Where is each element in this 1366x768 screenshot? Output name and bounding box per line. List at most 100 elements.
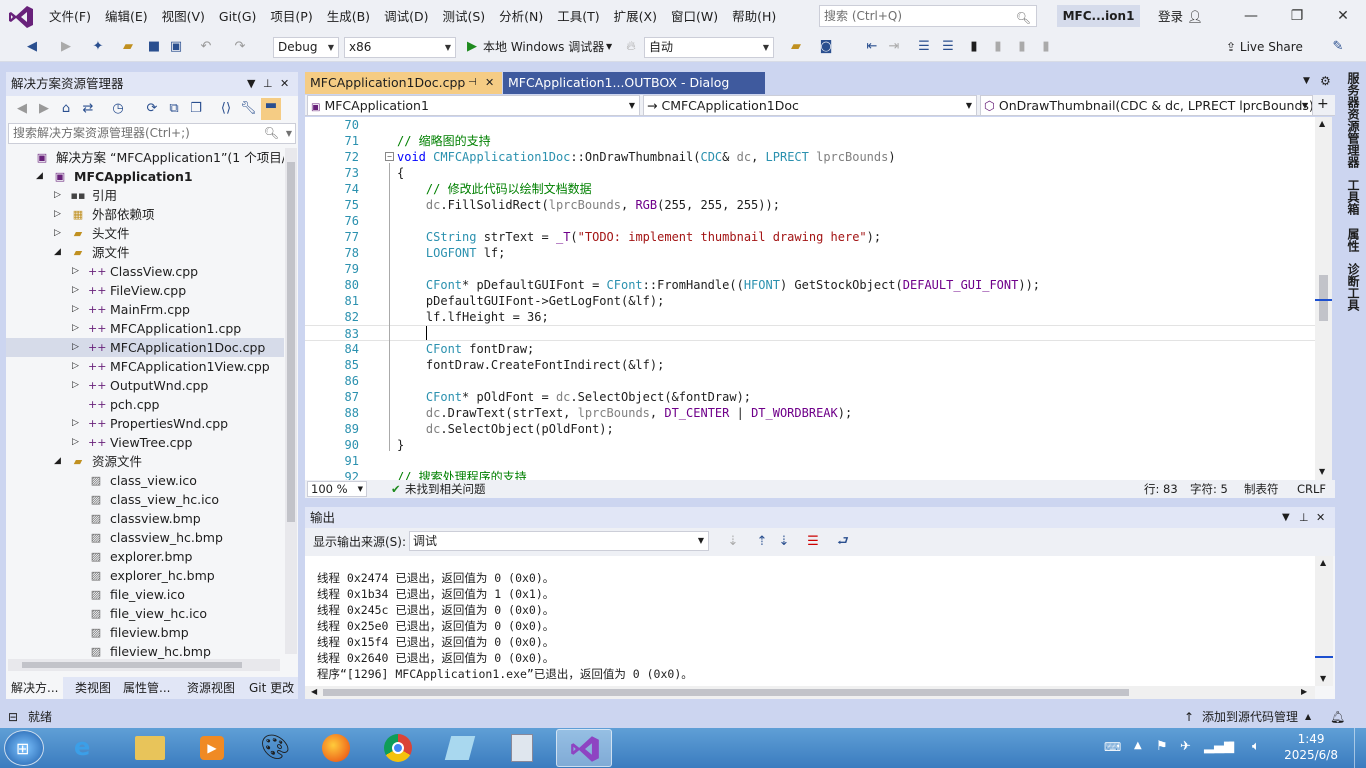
visual-studio-taskbar-button[interactable] bbox=[556, 729, 612, 767]
server-explorer-tab[interactable]: 服务器资源管理器 bbox=[1340, 72, 1362, 168]
tree-item[interactable]: ▨ explorer_hc.bmp bbox=[6, 566, 284, 585]
preview-selected-icon[interactable]: ▬ bbox=[261, 98, 281, 120]
code-line[interactable]: 91 bbox=[305, 453, 1315, 469]
start-debugging-icon[interactable]: ▶ bbox=[464, 39, 480, 55]
expand-icon[interactable]: ▷ bbox=[72, 433, 82, 452]
scroll-up-icon[interactable]: ▲ bbox=[1319, 119, 1325, 128]
code-line[interactable]: 75 dc.FillSolidRect(lprcBounds, RGB(255,… bbox=[305, 197, 1315, 213]
show-all-files-icon[interactable]: ❐ bbox=[188, 101, 204, 117]
pin-icon[interactable]: ⊥ bbox=[1299, 507, 1309, 528]
tree-item[interactable]: ++ pch.cpp bbox=[6, 395, 284, 414]
menu-item-2[interactable]: 视图(V) bbox=[155, 0, 212, 33]
solution-name-badge[interactable]: MFC...ion1 bbox=[1057, 5, 1140, 27]
outdent-icon[interactable]: ☰ bbox=[916, 39, 932, 55]
menu-item-6[interactable]: 调试(D) bbox=[377, 0, 435, 33]
tree-item[interactable]: ▷ ++ OutputWnd.cpp bbox=[6, 376, 284, 395]
code-line[interactable]: 90} bbox=[305, 437, 1315, 453]
pending-changes-icon[interactable]: ◷ bbox=[110, 101, 126, 117]
solution-tree-vscrollbar[interactable] bbox=[285, 148, 297, 654]
expand-icon[interactable]: ▷ bbox=[72, 376, 82, 395]
next-bookmark-icon[interactable]: ▮ bbox=[1014, 39, 1030, 55]
minimize-button[interactable]: — bbox=[1228, 0, 1274, 33]
taskbar-clock[interactable]: 1:49 2025/6/8 bbox=[1284, 731, 1338, 763]
tree-item[interactable]: ▨ classview_hc.bmp bbox=[6, 528, 284, 547]
prev-bookmark-icon[interactable]: ▮ bbox=[990, 39, 1006, 55]
forward-icon[interactable]: ▶ bbox=[36, 101, 52, 117]
panel-tab-4[interactable]: Git 更改 bbox=[244, 677, 299, 699]
menu-item-0[interactable]: 文件(F) bbox=[42, 0, 98, 33]
search-input[interactable]: 搜索 (Ctrl+Q) 🔍︎ bbox=[819, 5, 1037, 27]
code-line[interactable]: 84 CFont fontDraw; bbox=[305, 341, 1315, 357]
notifications-icon[interactable]: 🔔︎ bbox=[1330, 706, 1345, 728]
clear-all-icon[interactable]: ☰ bbox=[805, 534, 821, 550]
scroll-down-icon[interactable]: ▼ bbox=[1319, 467, 1325, 476]
expand-icon[interactable]: ▷ bbox=[54, 224, 64, 243]
volume-icon[interactable]: 🔈︎ bbox=[1252, 739, 1260, 754]
line-ending-status[interactable]: CRLF bbox=[1297, 480, 1326, 498]
hscroll-thumb[interactable] bbox=[22, 662, 242, 668]
code-line[interactable]: 70 bbox=[305, 117, 1315, 133]
scroll-thumb[interactable] bbox=[287, 162, 295, 522]
menu-item-9[interactable]: 工具(T) bbox=[550, 0, 606, 33]
code-line[interactable]: 81 pDefaultGUIFont->GetLogFont(&lf); bbox=[305, 293, 1315, 309]
feedback-icon[interactable]: ✎ bbox=[1330, 39, 1346, 55]
action-center-icon[interactable]: ⚑ bbox=[1156, 739, 1168, 754]
hscroll-thumb[interactable] bbox=[323, 689, 1129, 696]
output-vscrollbar[interactable]: ▲ ▼ bbox=[1315, 556, 1333, 686]
chrome-taskbar-button[interactable] bbox=[370, 729, 426, 767]
tree-item[interactable]: ◢ ▰ 源文件 bbox=[6, 243, 284, 262]
tab-close-icon[interactable]: ✕ bbox=[485, 72, 494, 94]
line-number-status[interactable]: 行: 83 bbox=[1144, 480, 1178, 498]
code-line[interactable]: 87 CFont* pOldFont = dc.SelectObject(&fo… bbox=[305, 389, 1315, 405]
calculator-taskbar-button[interactable] bbox=[494, 729, 550, 767]
tree-item[interactable]: ▨ fileview.bmp bbox=[6, 623, 284, 642]
tree-item[interactable]: ◢ ▣ MFCApplication1 bbox=[6, 167, 284, 186]
collapse-region-icon[interactable]: − bbox=[385, 152, 394, 161]
start-button[interactable]: ⊞ bbox=[4, 730, 44, 766]
panel-close-icon[interactable]: ✕ bbox=[1316, 507, 1325, 528]
tree-item[interactable]: ▷ ▪▪ 引用 bbox=[6, 186, 284, 205]
auto-select[interactable]: 自动 ▼ bbox=[644, 37, 774, 58]
output-text[interactable]: 线程 0x2474 已退出，返回值为 0 (0x0)。 线程 0x1b34 已退出… bbox=[305, 556, 1315, 686]
solution-search-input[interactable]: 搜索解决方案资源管理器(Ctrl+;) 🔍︎ ▼ bbox=[8, 123, 296, 144]
search-options-icon[interactable]: ▼ bbox=[286, 124, 292, 143]
previous-message-icon[interactable]: ⇡ bbox=[754, 534, 770, 550]
code-line[interactable]: 89 dc.SelectObject(pOldFont); bbox=[305, 421, 1315, 437]
code-line[interactable]: 78 LOGFONT lf; bbox=[305, 245, 1315, 261]
expand-icon[interactable]: ▷ bbox=[72, 281, 82, 300]
properties-icon[interactable]: 🔧︎ bbox=[240, 101, 257, 117]
code-line[interactable]: 73 { bbox=[305, 165, 1315, 181]
tools-tray-icon[interactable]: ✈ bbox=[1180, 739, 1191, 754]
output-hscrollbar[interactable]: ◀ ▶ bbox=[305, 686, 1315, 699]
code-editor[interactable]: 70 71 // 缩略图的支持 72 void CMFCApplication1Doc:… bbox=[305, 117, 1315, 480]
pin-icon[interactable]: ⊥ bbox=[263, 72, 273, 96]
collapse-all-icon[interactable]: ⧉ bbox=[166, 101, 182, 117]
panel-tab-0[interactable]: 解决方... bbox=[6, 677, 64, 699]
zoom-select[interactable]: 100 % ▼ bbox=[307, 481, 367, 497]
indent-icon[interactable]: ☰ bbox=[940, 39, 956, 55]
menu-item-8[interactable]: 分析(N) bbox=[492, 0, 550, 33]
expand-icon[interactable]: ▷ bbox=[72, 300, 82, 319]
show-hidden-icons[interactable]: ▲ bbox=[1134, 740, 1142, 751]
save-icon[interactable]: ■ bbox=[146, 39, 162, 55]
file-explorer-taskbar-button[interactable] bbox=[122, 729, 178, 767]
start-debugging-button[interactable]: 本地 Windows 调试器 bbox=[483, 38, 604, 56]
class-scope-select[interactable]: → CMFCApplication1Doc ▼ bbox=[643, 95, 977, 116]
view-code-icon[interactable]: ⟨⟩ bbox=[218, 101, 234, 117]
scroll-up-icon[interactable]: ▲ bbox=[1320, 558, 1326, 567]
tree-item[interactable]: ▨ classview.bmp bbox=[6, 509, 284, 528]
indent-mode-status[interactable]: 制表符 bbox=[1244, 480, 1279, 498]
panel-dropdown-icon[interactable]: ▼ bbox=[1282, 507, 1290, 528]
new-project-icon[interactable]: ✦ bbox=[90, 39, 106, 55]
code-line[interactable]: 85 fontDraw.CreateFontIndirect(&lf); bbox=[305, 357, 1315, 373]
menu-item-12[interactable]: 帮助(H) bbox=[725, 0, 783, 33]
show-desktop-button[interactable] bbox=[1354, 728, 1366, 768]
scroll-right-icon[interactable]: ▶ bbox=[1301, 687, 1307, 696]
code-line[interactable]: 82 lf.lfHeight = 36; bbox=[305, 309, 1315, 325]
tree-item[interactable]: ▨ class_view.ico bbox=[6, 471, 284, 490]
battery-icon[interactable]: ▮ bbox=[1228, 739, 1235, 754]
undo-icon[interactable]: ↶ bbox=[198, 39, 214, 55]
next-message-icon[interactable]: ⇣ bbox=[776, 534, 792, 550]
menu-item-11[interactable]: 窗口(W) bbox=[664, 0, 725, 33]
code-line[interactable]: 77 CString strText = _T("TODO: implement… bbox=[305, 229, 1315, 245]
